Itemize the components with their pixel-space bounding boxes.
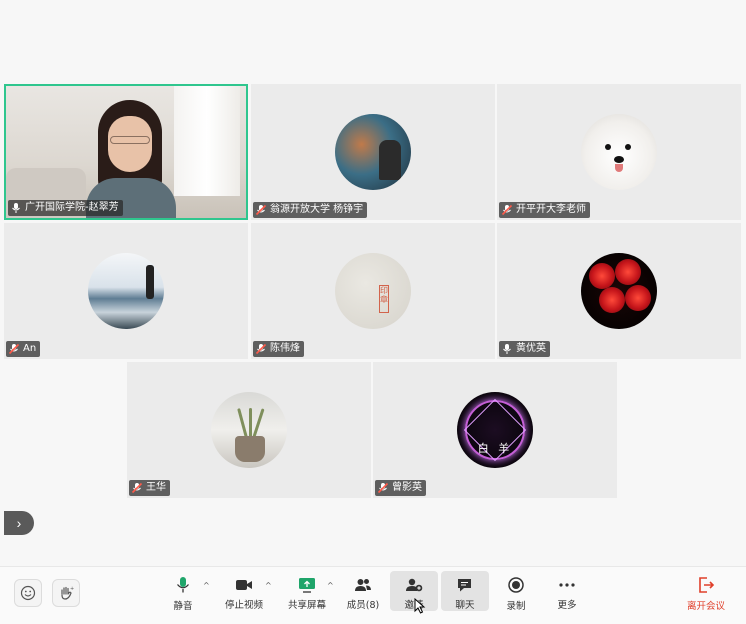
participant-name: 陈伟烽 <box>270 343 300 354</box>
more-label: 更多 <box>557 600 577 611</box>
share-screen-icon <box>298 576 316 593</box>
participant-name: 黄优英 <box>516 343 546 354</box>
participant-tile-zhao[interactable]: 广开国际学院-赵翠芳 <box>4 84 248 220</box>
participant-name-tag: An <box>6 341 41 357</box>
raise-hand-icon: + <box>61 586 74 600</box>
members-label: 成员(8) <box>346 600 380 611</box>
share-screen-label: 共享屏幕 <box>287 600 326 611</box>
record-label: 录制 <box>506 601 526 612</box>
raise-hand-button[interactable]: + <box>52 579 80 607</box>
microphone-muted-icon <box>501 204 513 216</box>
participant-name-tag: 陈伟烽 <box>253 341 304 357</box>
microphone-on-icon <box>501 343 513 355</box>
participant-name-tag: 翁源开放大学 杨铮宇 <box>253 202 368 218</box>
chat-label: 聊天 <box>455 600 475 611</box>
more-button[interactable]: 更多 <box>543 571 591 611</box>
add-user-icon <box>405 576 423 593</box>
participant-avatar <box>581 114 657 190</box>
record-button[interactable]: 录制 <box>492 571 540 612</box>
expand-sidebar-button[interactable]: › <box>4 511 34 535</box>
participant-name: An <box>23 343 37 354</box>
participant-name-tag: 曾影英 <box>375 480 426 496</box>
share-options-caret-icon[interactable]: ^ <box>327 581 334 590</box>
chevron-right-icon: › <box>16 515 22 531</box>
stop-video-label: 停止视频 <box>224 600 263 611</box>
participant-tile-li[interactable]: 开平开大李老师 <box>497 84 741 220</box>
avatar-text: 白 羊 <box>477 442 513 455</box>
participant-name-tag: 开平开大李老师 <box>499 202 590 218</box>
participant-avatar <box>88 253 164 329</box>
participant-tile-zeng[interactable]: 白 羊 曾影英 <box>373 362 617 498</box>
participant-name-tag: 王华 <box>129 480 170 496</box>
svg-text:+: + <box>70 586 74 592</box>
leave-meeting-label: 离开会议 <box>686 601 725 612</box>
mute-label: 静音 <box>173 601 193 612</box>
chat-button[interactable]: 聊天 <box>441 571 489 611</box>
smiley-icon <box>20 585 36 601</box>
stop-video-button[interactable]: 停止视频 <box>220 571 268 611</box>
participant-name-tag: 广开国际学院-赵翠芳 <box>8 200 123 216</box>
members-button[interactable]: 成员(8) <box>339 571 387 611</box>
microphone-muted-icon <box>131 482 143 494</box>
meeting-gallery: 广开国际学院-赵翠芳 翁源开放大学 杨铮宇 开平开大李老师 An 印 章 陈伟烽… <box>0 0 746 566</box>
video-camera-icon <box>235 576 253 593</box>
mouse-pointer-icon <box>414 598 426 614</box>
mute-options-caret-icon[interactable]: ^ <box>203 581 210 590</box>
reaction-button[interactable] <box>14 579 42 607</box>
microphone-muted-icon <box>255 204 267 216</box>
participant-name: 曾影英 <box>392 482 422 493</box>
record-icon <box>507 576 525 594</box>
participant-tile-yang[interactable]: 翁源开放大学 杨铮宇 <box>251 84 495 220</box>
participant-avatar <box>335 114 411 190</box>
participant-tile-wang[interactable]: 王华 <box>127 362 371 498</box>
mute-button[interactable]: 静音 <box>159 571 207 612</box>
members-icon <box>354 576 372 593</box>
leave-meeting-button[interactable]: 离开会议 <box>680 571 732 612</box>
microphone-muted-icon <box>255 343 267 355</box>
participant-tile-chen[interactable]: 印章 陈伟烽 <box>251 223 495 359</box>
microphone-on-icon <box>10 202 22 214</box>
chat-icon <box>456 576 474 593</box>
participant-video <box>6 86 246 218</box>
participant-avatar: 白 羊 <box>457 392 533 468</box>
participant-name-tag: 黄优英 <box>499 341 550 357</box>
microphone-icon <box>174 576 192 594</box>
participant-name: 王华 <box>146 482 166 493</box>
microphone-muted-icon <box>377 482 389 494</box>
participant-name: 广开国际学院-赵翠芳 <box>25 202 119 213</box>
share-screen-button[interactable]: 共享屏幕 <box>283 571 331 611</box>
video-options-caret-icon[interactable]: ^ <box>265 581 272 590</box>
meeting-toolbar: + 静音 ^ 停止视频 ^ 共享屏幕 ^ 成员(8) 邀请 聊天 录制 更多 离… <box>0 566 746 624</box>
participant-avatar: 印章 <box>335 253 411 329</box>
participant-avatar <box>581 253 657 329</box>
participant-name: 开平开大李老师 <box>516 204 586 215</box>
more-dots-icon <box>558 576 576 593</box>
participant-tile-an[interactable]: An <box>4 223 248 359</box>
microphone-muted-icon <box>8 343 20 355</box>
exit-door-icon <box>697 576 715 594</box>
participant-tile-huang[interactable]: 黄优英 <box>497 223 741 359</box>
participant-name: 翁源开放大学 杨铮宇 <box>270 204 364 215</box>
participant-avatar <box>211 392 287 468</box>
